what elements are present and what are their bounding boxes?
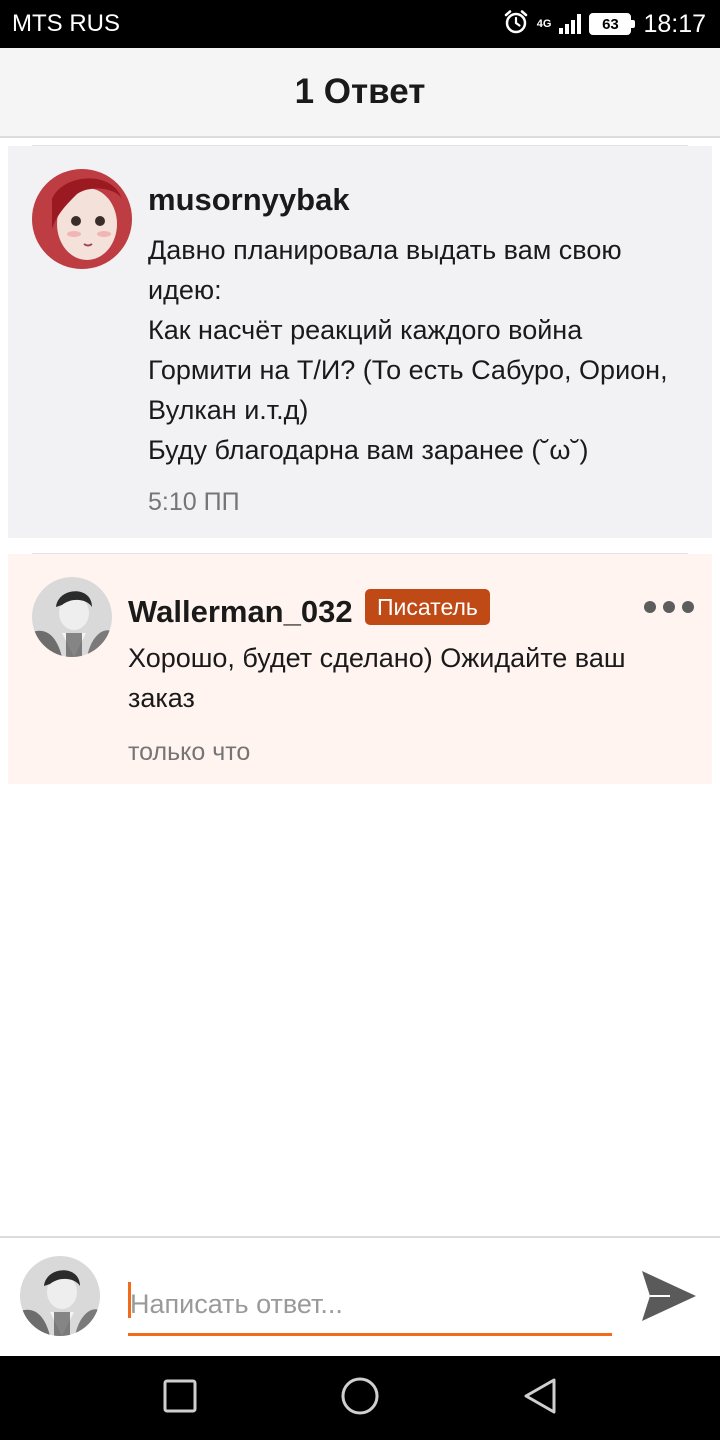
reply-comment[interactable]: Wallerman_032 Писатель Хорошо, будет сде… — [8, 554, 712, 784]
writer-badge: Писатель — [365, 589, 490, 625]
send-icon — [640, 1269, 698, 1328]
back-triangle-icon — [522, 1377, 558, 1420]
text-cursor — [128, 1282, 131, 1318]
avatar[interactable] — [32, 577, 112, 657]
send-button[interactable] — [636, 1268, 702, 1328]
square-icon — [163, 1379, 197, 1418]
avatar[interactable] — [20, 1256, 100, 1336]
avatar[interactable] — [32, 169, 132, 269]
signal-icon — [559, 14, 582, 34]
circle-icon — [340, 1376, 380, 1421]
network-type: 4G — [536, 17, 552, 30]
reply-composer — [0, 1236, 720, 1356]
comment-text: Давно планировала выдать вам свою идею: … — [148, 235, 668, 465]
clock: 18:17 — [643, 9, 706, 38]
app-header: 1 Ответ — [0, 48, 720, 138]
comment-text: Хорошо, будет сделано) Ожидайте ваш зака… — [128, 643, 626, 713]
home-button[interactable] — [338, 1376, 382, 1420]
timestamp: 5:10 ПП — [148, 488, 240, 516]
status-bar: MTS RUS 4G 63 18:17 — [0, 0, 720, 48]
recent-apps-button[interactable] — [158, 1376, 202, 1420]
original-comment[interactable]: musornyybak Давно планировала выдать вам… — [8, 146, 712, 538]
username[interactable]: musornyybak — [148, 182, 350, 218]
timestamp: только что — [128, 738, 251, 766]
status-icons: 4G 63 18:17 — [503, 8, 706, 40]
alarm-icon — [503, 9, 529, 40]
carrier-label: MTS RUS — [12, 10, 120, 37]
more-options-icon[interactable] — [644, 597, 694, 617]
battery-icon: 63 — [589, 13, 636, 35]
page-title: 1 Ответ — [294, 72, 426, 111]
reply-input[interactable] — [128, 1276, 612, 1336]
username[interactable]: Wallerman_032 — [128, 594, 353, 630]
navigation-bar — [0, 1356, 720, 1440]
back-button[interactable] — [518, 1376, 562, 1420]
